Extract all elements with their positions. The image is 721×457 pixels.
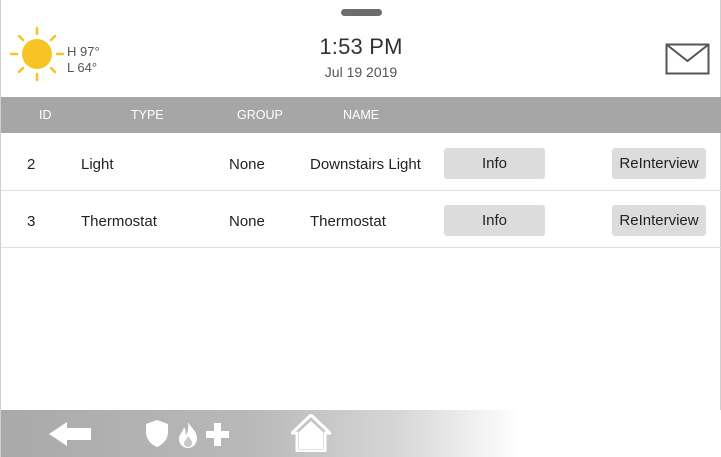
reinterview-button[interactable]: ReInterview bbox=[612, 205, 706, 236]
device-name: Downstairs Light bbox=[310, 156, 421, 173]
column-header-type: TYPE bbox=[131, 108, 164, 122]
envelope-icon[interactable] bbox=[665, 43, 710, 75]
column-header-group: GROUP bbox=[237, 108, 283, 122]
info-button[interactable]: Info bbox=[444, 148, 545, 179]
weather-widget[interactable]: H 97° L 64° bbox=[7, 22, 117, 90]
clock-date: Jul 19 2019 bbox=[324, 64, 398, 80]
table-row: 3 Thermostat None Thermostat Info ReInte… bbox=[1, 192, 721, 248]
device-group: None bbox=[229, 156, 265, 173]
table-row: 2 Light None Downstairs Light Info ReInt… bbox=[1, 135, 721, 191]
table-header: ID TYPE GROUP NAME bbox=[1, 97, 721, 133]
device-type: Thermostat bbox=[81, 213, 157, 230]
device-type: Light bbox=[81, 156, 114, 173]
device-id: 2 bbox=[27, 156, 36, 173]
device-name: Thermostat bbox=[310, 213, 386, 230]
home-icon[interactable] bbox=[291, 414, 331, 452]
fire-icon[interactable] bbox=[177, 422, 199, 448]
info-button[interactable]: Info bbox=[444, 205, 545, 236]
device-id: 3 bbox=[27, 213, 36, 230]
back-arrow-icon[interactable] bbox=[49, 422, 91, 446]
column-header-id: ID bbox=[39, 108, 52, 122]
temperature-high: H 97° bbox=[67, 44, 100, 59]
bottom-nav-bar bbox=[1, 410, 721, 457]
clock-time: 1:53 PM bbox=[319, 34, 403, 59]
temperature-low: L 64° bbox=[67, 60, 98, 75]
header: H 97° L 64° 1:53 PM Jul 19 2019 bbox=[1, 0, 721, 97]
device-group: None bbox=[229, 213, 265, 230]
sun-icon bbox=[9, 26, 65, 82]
app-screen: H 97° L 64° 1:53 PM Jul 19 2019 ID TYPE … bbox=[0, 0, 721, 457]
shield-icon[interactable] bbox=[146, 420, 168, 447]
clock: 1:53 PM Jul 19 2019 bbox=[281, 34, 441, 80]
reinterview-button[interactable]: ReInterview bbox=[612, 148, 706, 179]
medical-cross-icon[interactable] bbox=[206, 423, 229, 446]
column-header-name: NAME bbox=[343, 108, 380, 122]
